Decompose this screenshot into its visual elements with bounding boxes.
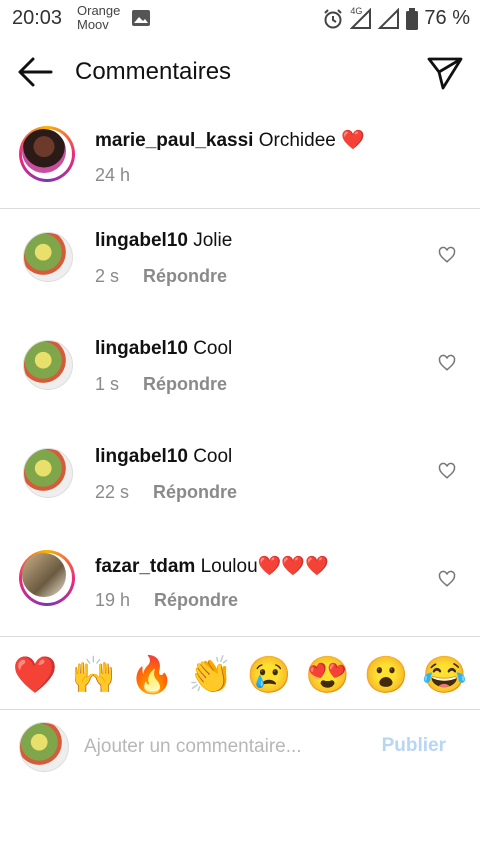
reply-button[interactable]: Répondre — [143, 266, 227, 286]
comment-meta: 22 s Répondre — [95, 482, 237, 503]
comment-username[interactable]: lingabel10 — [95, 338, 188, 359]
emoji-heart-eyes[interactable]: 😍 — [304, 651, 352, 699]
emoji-crying[interactable]: 😢 — [245, 651, 293, 699]
status-time: 20:03 — [12, 7, 63, 29]
publish-button[interactable]: Publier — [382, 735, 446, 757]
comment-text: lingabel10 Cool — [95, 446, 232, 468]
comment-avatar[interactable] — [19, 550, 75, 606]
emoji-raised-hands[interactable]: 🙌 — [70, 651, 118, 699]
emoji-fire[interactable]: 🔥 — [128, 651, 176, 699]
comment-text: lingabel10 Jolie — [95, 230, 232, 252]
reply-button[interactable]: Répondre — [143, 374, 227, 394]
status-bar: 20:03 Orange Moov 4G 76 % — [0, 0, 480, 36]
carrier-label: Orange Moov — [77, 4, 120, 32]
comment-username[interactable]: fazar_tdam — [95, 556, 195, 577]
comment-text: fazar_tdam Loulou❤️❤️❤️ — [95, 554, 329, 578]
comment-username[interactable]: lingabel10 — [95, 446, 188, 467]
status-right: 4G 76 % — [322, 5, 470, 30]
reply-button[interactable]: Répondre — [153, 482, 237, 502]
header: Commentaires — [0, 44, 480, 100]
comment-item: fazar_tdam Loulou❤️❤️❤️ 19 h Répondre — [0, 534, 480, 642]
comment-avatar[interactable] — [23, 232, 73, 282]
reply-button[interactable]: Répondre — [154, 590, 238, 610]
like-heart-icon[interactable] — [438, 354, 456, 372]
caption-body: Orchidee ❤️ — [253, 130, 365, 151]
comment-time: 19 h — [95, 590, 131, 610]
emoji-quick-bar: ❤️ 🙌 🔥 👏 😢 😍 😮 😂 — [0, 646, 480, 704]
battery-percent: 76 % — [424, 7, 470, 29]
comment-text: lingabel10 Cool — [95, 338, 232, 360]
comment-meta: 1 s Répondre — [95, 374, 227, 395]
comment-body: Cool — [187, 446, 233, 467]
carrier-line-1: Orange — [77, 3, 121, 18]
comment-input[interactable] — [82, 732, 366, 762]
comment-meta: 2 s Répondre — [95, 266, 227, 287]
comment-time: 22 s — [95, 482, 130, 502]
gallery-notification-icon — [132, 10, 150, 26]
battery-icon — [406, 7, 419, 30]
comment-item: lingabel10 Jolie 2 s Répondre — [0, 210, 480, 318]
comment-time: 1 s — [95, 374, 120, 394]
carrier-line-2: Moov — [77, 17, 109, 32]
comment-body: Loulou❤️❤️❤️ — [195, 556, 329, 577]
emoji-clapping[interactable]: 👏 — [187, 651, 235, 699]
post-caption: marie_paul_kassi Orchidee ❤️ 24 h — [0, 110, 480, 209]
caption-time: 24 h — [95, 165, 131, 185]
comment-composer: Publier — [0, 710, 480, 780]
divider — [0, 636, 480, 637]
emoji-surprised[interactable]: 😮 — [362, 651, 410, 699]
page-title: Commentaires — [75, 58, 232, 85]
alarm-icon — [324, 8, 343, 28]
comment-avatar[interactable] — [23, 340, 73, 390]
current-user-avatar — [19, 722, 69, 772]
caption-username[interactable]: marie_paul_kassi — [95, 130, 253, 151]
emoji-heart[interactable]: ❤️ — [11, 651, 59, 699]
network-type: 4G — [350, 5, 363, 16]
caption-text: marie_paul_kassi Orchidee ❤️ — [95, 128, 365, 152]
comment-body: Cool — [187, 338, 233, 359]
comment-item: lingabel10 Cool 22 s Répondre — [0, 426, 480, 534]
like-heart-icon[interactable] — [438, 246, 456, 264]
comment-username[interactable]: lingabel10 — [95, 230, 188, 251]
caption-author-avatar[interactable] — [19, 126, 75, 182]
comment-time: 2 s — [95, 266, 120, 286]
send-paper-plane-icon[interactable] — [426, 53, 464, 91]
signal-icon — [378, 7, 400, 29]
comment-item: lingabel10 Cool 1 s Répondre — [0, 318, 480, 426]
comment-meta: 19 h Répondre — [95, 590, 238, 611]
back-arrow-icon[interactable] — [16, 54, 54, 90]
comment-avatar[interactable] — [23, 448, 73, 498]
like-heart-icon[interactable] — [438, 570, 456, 588]
like-heart-icon[interactable] — [438, 462, 456, 480]
signal-4g-icon: 4G — [349, 5, 372, 30]
comment-body: Jolie — [187, 230, 233, 251]
emoji-laughing[interactable]: 😂 — [421, 651, 469, 699]
